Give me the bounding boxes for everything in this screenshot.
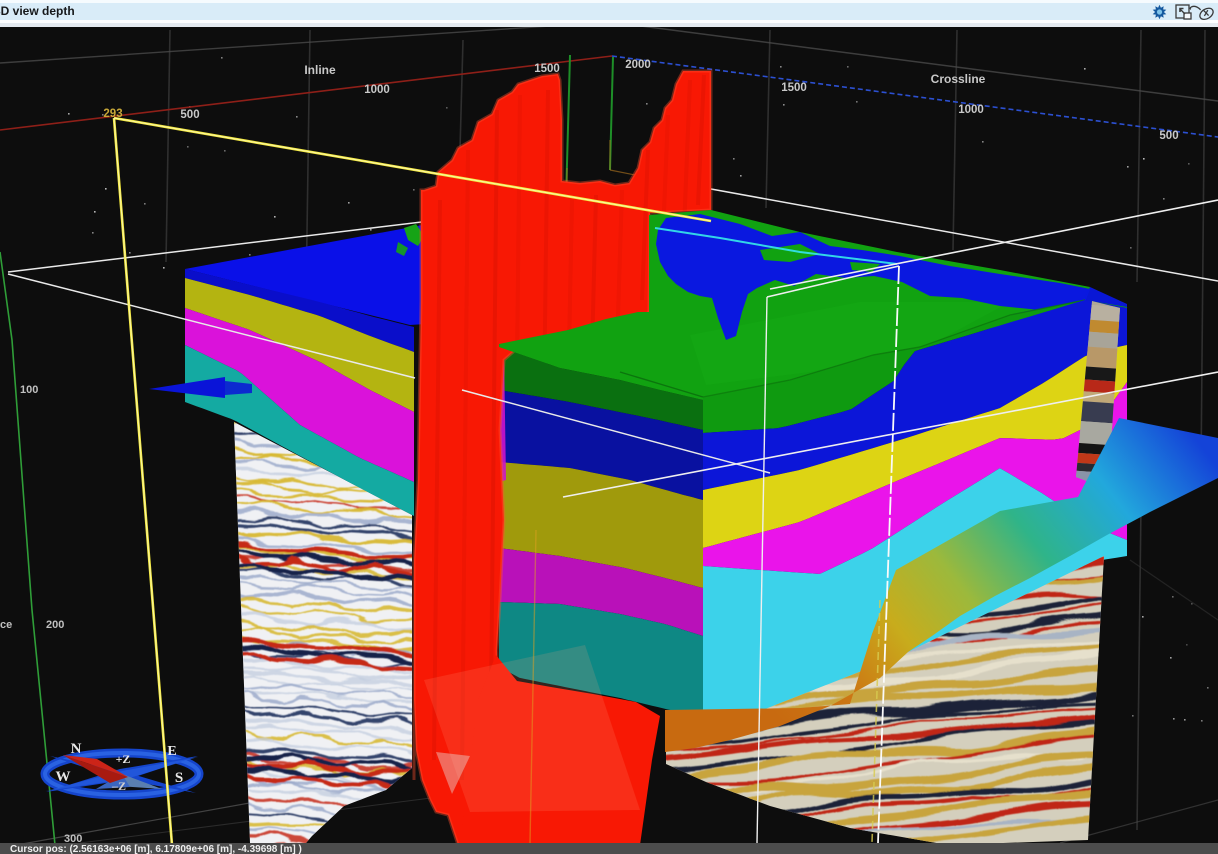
svg-text:2000: 2000 (625, 59, 651, 71)
svg-text:E: E (167, 744, 176, 759)
svg-text:500: 500 (180, 109, 199, 121)
svg-text:Inline: Inline (304, 63, 336, 77)
svg-text:W: W (56, 769, 71, 785)
svg-text:100: 100 (20, 384, 38, 396)
svg-text:Crossline: Crossline (931, 72, 986, 86)
svg-text:ce: ce (0, 619, 12, 631)
svg-text:3D view depth: 3D view depth (0, 4, 75, 18)
svg-text:–Z: –Z (111, 779, 126, 793)
svg-text:S: S (175, 770, 183, 786)
svg-text:500: 500 (1159, 130, 1178, 142)
svg-text:+Z: +Z (116, 752, 131, 766)
svg-text:1500: 1500 (534, 63, 560, 75)
svg-text:1000: 1000 (958, 104, 984, 116)
svg-text:1000: 1000 (364, 84, 390, 96)
svg-text:293: 293 (103, 108, 122, 120)
svg-text:Cursor pos: (2.56163e+06 [m],: Cursor pos: (2.56163e+06 [m], 6.17809e+0… (10, 844, 302, 854)
svg-text:N: N (71, 741, 82, 757)
svg-text:1500: 1500 (781, 82, 807, 94)
svg-text:200: 200 (46, 619, 64, 631)
